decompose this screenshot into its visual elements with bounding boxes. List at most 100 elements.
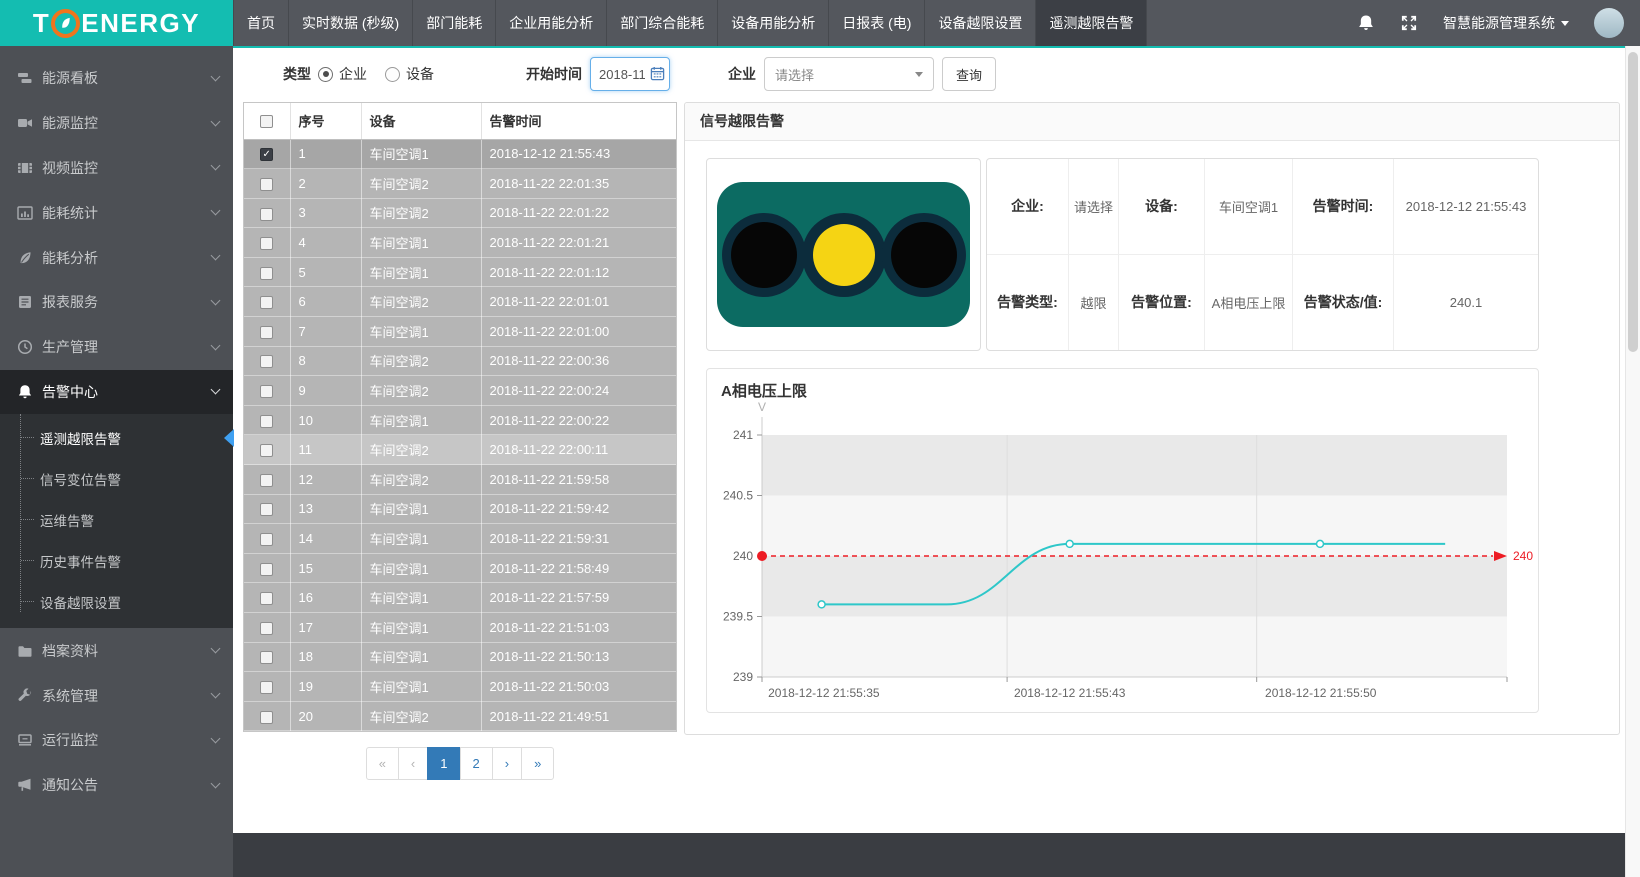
sidebar-item[interactable]: 告警中心	[0, 370, 233, 415]
row-checkbox[interactable]	[260, 474, 273, 487]
row-checkbox[interactable]	[260, 563, 273, 576]
system-title-dropdown[interactable]: 智慧能源管理系统	[1443, 13, 1569, 33]
scrollbar-track[interactable]	[1625, 46, 1640, 877]
last-page-button[interactable]: »	[521, 747, 554, 780]
topnav-item[interactable]: 遥测越限告警	[1035, 0, 1147, 46]
table-row[interactable]: 16车间空调12018-11-22 21:57:59	[244, 583, 676, 613]
page-button[interactable]: 2	[460, 747, 493, 780]
row-checkbox[interactable]	[260, 267, 273, 280]
row-device: 车间空调1	[361, 553, 481, 583]
row-device: 车间空调1	[361, 317, 481, 347]
table-row[interactable]: 18车间空调12018-11-22 21:50:13	[244, 642, 676, 672]
prev-page-button[interactable]: ‹	[398, 747, 428, 780]
sidebar-item[interactable]: 能耗统计	[0, 190, 233, 235]
table-header-row: 序号设备告警时间	[244, 103, 676, 139]
scrollbar-thumb[interactable]	[1628, 52, 1638, 352]
sidebar-item[interactable]: 报表服务	[0, 280, 233, 325]
page-button[interactable]: 1	[427, 747, 460, 780]
type-radio[interactable]	[385, 67, 400, 82]
topnav-item[interactable]: 日报表 (电)	[828, 0, 924, 46]
sidebar-item[interactable]: 能源看板	[0, 56, 233, 101]
bell-icon[interactable]	[1357, 14, 1375, 32]
sidebar-subitem[interactable]: 设备越限设置	[0, 581, 233, 622]
sidebar-subitem[interactable]: 历史事件告警	[0, 540, 233, 581]
row-checkbox[interactable]	[260, 415, 273, 428]
table-row[interactable]: 19车间空调12018-11-22 21:50:03	[244, 672, 676, 702]
select-all-checkbox[interactable]	[260, 115, 273, 128]
topnav-item[interactable]: 部门综合能耗	[606, 0, 717, 46]
sidebar-item[interactable]: 通知公告	[0, 763, 233, 808]
row-checkbox[interactable]	[260, 237, 273, 250]
search-button[interactable]: 查询	[942, 57, 996, 91]
topnav-item[interactable]: 设备用能分析	[717, 0, 828, 46]
info-label: 告警时间:	[1293, 159, 1394, 255]
svg-text:239.5: 239.5	[723, 610, 753, 624]
sidebar-item-label: 报表服务	[42, 292, 212, 312]
table-row[interactable]: 13车间空调12018-11-22 21:59:42	[244, 494, 676, 524]
row-checkbox[interactable]	[260, 592, 273, 605]
row-checkbox[interactable]	[260, 296, 273, 309]
row-checkbox[interactable]	[260, 681, 273, 694]
table-row[interactable]: 10车间空调12018-11-22 22:00:22	[244, 405, 676, 435]
sidebar-subitem-label: 历史事件告警	[40, 551, 121, 571]
table-row[interactable]: 4车间空调12018-11-22 22:01:21	[244, 228, 676, 258]
topnav-item[interactable]: 设备越限设置	[924, 0, 1035, 46]
table-row[interactable]: 2车间空调22018-11-22 22:01:35	[244, 169, 676, 199]
table-row[interactable]: 3车间空调22018-11-22 22:01:22	[244, 198, 676, 228]
sidebar-item[interactable]: 能源监控	[0, 101, 233, 146]
next-page-button[interactable]: ›	[492, 747, 522, 780]
row-checkbox[interactable]	[260, 711, 273, 724]
row-checkbox[interactable]	[260, 503, 273, 516]
table-row[interactable]: 6车间空调22018-11-22 22:01:01	[244, 287, 676, 317]
topnav-item[interactable]: 首页	[233, 0, 288, 46]
table-row[interactable]: 5车间空调12018-11-22 22:01:12	[244, 257, 676, 287]
table-row[interactable]: 20车间空调22018-11-22 21:49:51	[244, 701, 676, 731]
sidebar-item-label: 通知公告	[42, 775, 212, 795]
sidebar-subitem[interactable]: 运维告警	[0, 499, 233, 540]
row-checkbox[interactable]	[260, 326, 273, 339]
sidebar-item[interactable]: 视频监控	[0, 146, 233, 191]
leaf-icon	[17, 250, 33, 266]
row-checkbox[interactable]: ✓	[260, 148, 273, 161]
table-row[interactable]: 12车间空调22018-11-22 21:59:58	[244, 465, 676, 495]
fullscreen-icon[interactable]	[1400, 14, 1418, 32]
calendar-icon[interactable]	[650, 66, 665, 81]
sidebar-item[interactable]: 生产管理	[0, 325, 233, 370]
first-page-button[interactable]: «	[366, 747, 399, 780]
row-checkbox[interactable]	[260, 444, 273, 457]
alarm-info-table: 企业:请选择设备:车间空调1告警时间:2018-12-12 21:55:43告警…	[986, 158, 1539, 351]
monitor-icon	[17, 732, 33, 748]
table-row[interactable]: 15车间空调12018-11-22 21:58:49	[244, 553, 676, 583]
info-value: 2018-12-12 21:55:43	[1394, 159, 1538, 255]
table-row[interactable]: 9车间空调22018-11-22 22:00:24	[244, 376, 676, 406]
row-checkbox[interactable]	[260, 178, 273, 191]
info-value: 240.1	[1394, 255, 1538, 351]
table-row[interactable]: 14车间空调12018-11-22 21:59:31	[244, 524, 676, 554]
chevron-down-icon	[1561, 21, 1569, 26]
sidebar-subitem[interactable]: 遥测越限告警	[0, 417, 233, 458]
row-checkbox[interactable]	[260, 533, 273, 546]
topnav-item[interactable]: 部门能耗	[412, 0, 495, 46]
table-row[interactable]: 17车间空调12018-11-22 21:51:03	[244, 613, 676, 643]
avatar[interactable]	[1594, 8, 1624, 38]
table-row[interactable]: 8车间空调22018-11-22 22:00:36	[244, 346, 676, 376]
start-time-field	[590, 57, 670, 91]
table-row[interactable]: ✓1车间空调12018-12-12 21:55:43	[244, 139, 676, 169]
row-num: 6	[290, 287, 361, 317]
topnav-item[interactable]: 实时数据 (秒级)	[288, 0, 412, 46]
sidebar-item[interactable]: 运行监控	[0, 718, 233, 763]
sidebar-item[interactable]: 档案资料	[0, 628, 233, 673]
sidebar-item[interactable]: 系统管理	[0, 673, 233, 718]
topnav-item[interactable]: 企业用能分析	[495, 0, 606, 46]
row-checkbox[interactable]	[260, 651, 273, 664]
row-checkbox[interactable]	[260, 622, 273, 635]
type-radio[interactable]	[318, 67, 333, 82]
row-checkbox[interactable]	[260, 385, 273, 398]
table-row[interactable]: 11车间空调22018-11-22 22:00:11	[244, 435, 676, 465]
sidebar-subitem[interactable]: 信号变位告警	[0, 458, 233, 499]
enterprise-select[interactable]: 请选择	[764, 57, 934, 91]
row-checkbox[interactable]	[260, 355, 273, 368]
table-row[interactable]: 7车间空调12018-11-22 22:01:00	[244, 317, 676, 347]
sidebar-item[interactable]: 能耗分析	[0, 235, 233, 280]
row-checkbox[interactable]	[260, 208, 273, 221]
